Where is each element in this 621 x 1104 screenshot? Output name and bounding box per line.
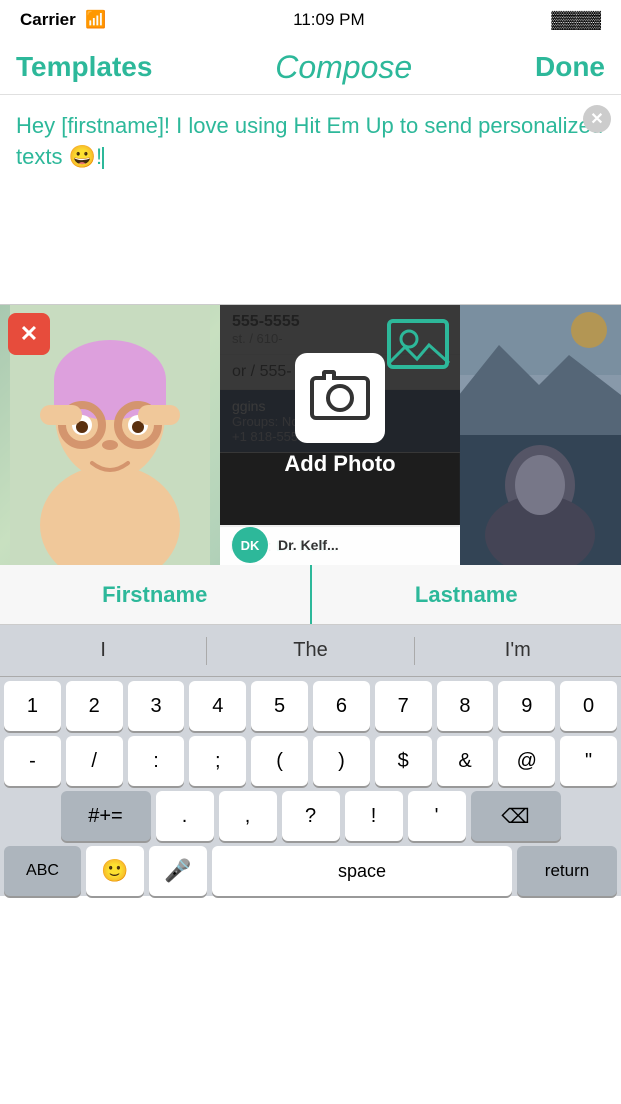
key-at[interactable]: @ xyxy=(498,736,555,786)
key-3[interactable]: 3 xyxy=(128,681,185,731)
key-period[interactable]: . xyxy=(156,791,214,841)
insert-quickbar: Firstname Lastname xyxy=(0,565,621,625)
key-dash[interactable]: - xyxy=(4,736,61,786)
keyboard-number-row: 1 2 3 4 5 6 7 8 9 0 xyxy=(4,681,617,731)
key-6[interactable]: 6 xyxy=(313,681,370,731)
contact-name: Dr. Kelf... xyxy=(278,537,448,553)
space-key[interactable]: space xyxy=(212,846,512,896)
key-4[interactable]: 4 xyxy=(189,681,246,731)
key-ampersand[interactable]: & xyxy=(437,736,494,786)
text-cursor xyxy=(102,147,104,169)
key-open-paren[interactable]: ( xyxy=(251,736,308,786)
suggestion-i[interactable]: I xyxy=(0,631,206,670)
abc-key[interactable]: ABC xyxy=(4,846,81,896)
compose-text: Hey [firstname]! I love using Hit Em Up … xyxy=(16,111,605,173)
green-photo-icon xyxy=(387,313,452,373)
delete-button[interactable]: ⌫ xyxy=(471,791,561,841)
add-photo-label[interactable]: Add Photo xyxy=(284,451,395,477)
done-button[interactable]: Done xyxy=(535,51,605,83)
key-7[interactable]: 7 xyxy=(375,681,432,731)
right-photo-bottom xyxy=(459,435,621,565)
emoji-key[interactable]: 🙂 xyxy=(86,846,144,896)
time-label: 11:09 PM xyxy=(293,10,365,30)
suggestion-im[interactable]: I'm xyxy=(415,631,621,670)
right-photo-top xyxy=(459,305,621,435)
right-photo-bottom-svg xyxy=(459,435,621,565)
contact-avatar: DK xyxy=(232,527,268,563)
status-bar: Carrier 📶 11:09 PM ▓▓▓▓ xyxy=(0,0,621,40)
camera-body xyxy=(310,376,370,420)
media-right-images xyxy=(459,305,621,565)
keyboard-suggestion-bar: I The I'm xyxy=(0,625,621,677)
keyboard: 1 2 3 4 5 6 7 8 9 0 - / : ; ( ) $ & @ " … xyxy=(0,677,621,896)
camera-bump xyxy=(322,370,336,380)
insert-firstname-button[interactable]: Firstname xyxy=(0,565,310,624)
add-photo-overlay[interactable]: Add Photo xyxy=(220,305,460,525)
contact-row-selected[interactable]: DK Dr. Kelf... xyxy=(220,525,460,565)
contact-info: Dr. Kelf... xyxy=(278,537,448,553)
key-8[interactable]: 8 xyxy=(437,681,494,731)
remove-photo-button[interactable]: ✕ xyxy=(8,313,50,355)
key-comma[interactable]: , xyxy=(219,791,277,841)
mic-key[interactable]: 🎤 xyxy=(149,846,207,896)
keyboard-symbol-row-1: - / : ; ( ) $ & @ " xyxy=(4,736,617,786)
key-slash[interactable]: / xyxy=(66,736,123,786)
selected-photo: ✕ xyxy=(0,305,220,565)
battery-icon: ▓▓▓▓ xyxy=(551,10,601,30)
compose-area[interactable]: ✕ Hey [firstname]! I love using Hit Em U… xyxy=(0,95,621,305)
key-semicolon[interactable]: ; xyxy=(189,736,246,786)
battery-indicator: ▓▓▓▓ xyxy=(551,10,601,30)
camera-icon-container xyxy=(295,353,385,443)
insert-lastname-button[interactable]: Lastname xyxy=(312,565,621,624)
return-key[interactable]: return xyxy=(517,846,617,896)
key-9[interactable]: 9 xyxy=(498,681,555,731)
key-dollar[interactable]: $ xyxy=(375,736,432,786)
templates-button[interactable]: Templates xyxy=(16,51,152,83)
key-question[interactable]: ? xyxy=(282,791,340,841)
keyboard-bottom-row: ABC 🙂 🎤 space return xyxy=(4,846,617,896)
key-5[interactable]: 5 xyxy=(251,681,308,731)
key-hashtag-plus[interactable]: #+= xyxy=(61,791,151,841)
key-quote[interactable]: " xyxy=(560,736,617,786)
carrier-label: Carrier 📶 xyxy=(20,10,106,30)
compose-title: Compose xyxy=(275,49,412,86)
suggestion-the[interactable]: The xyxy=(207,631,413,670)
key-2[interactable]: 2 xyxy=(66,681,123,731)
key-1[interactable]: 1 xyxy=(4,681,61,731)
key-apostrophe[interactable]: ' xyxy=(408,791,466,841)
key-close-paren[interactable]: ) xyxy=(313,736,370,786)
key-0[interactable]: 0 xyxy=(560,681,617,731)
media-strip: ✕ xyxy=(0,305,621,565)
keyboard-symbol-row-2: #+= . , ? ! ' ⌫ xyxy=(4,791,617,841)
right-photo-top-svg xyxy=(459,305,621,435)
camera-lens xyxy=(326,384,354,412)
key-colon[interactable]: : xyxy=(128,736,185,786)
nav-bar: Templates Compose Done xyxy=(0,40,621,95)
key-exclaim[interactable]: ! xyxy=(345,791,403,841)
close-button[interactable]: ✕ xyxy=(583,105,611,133)
